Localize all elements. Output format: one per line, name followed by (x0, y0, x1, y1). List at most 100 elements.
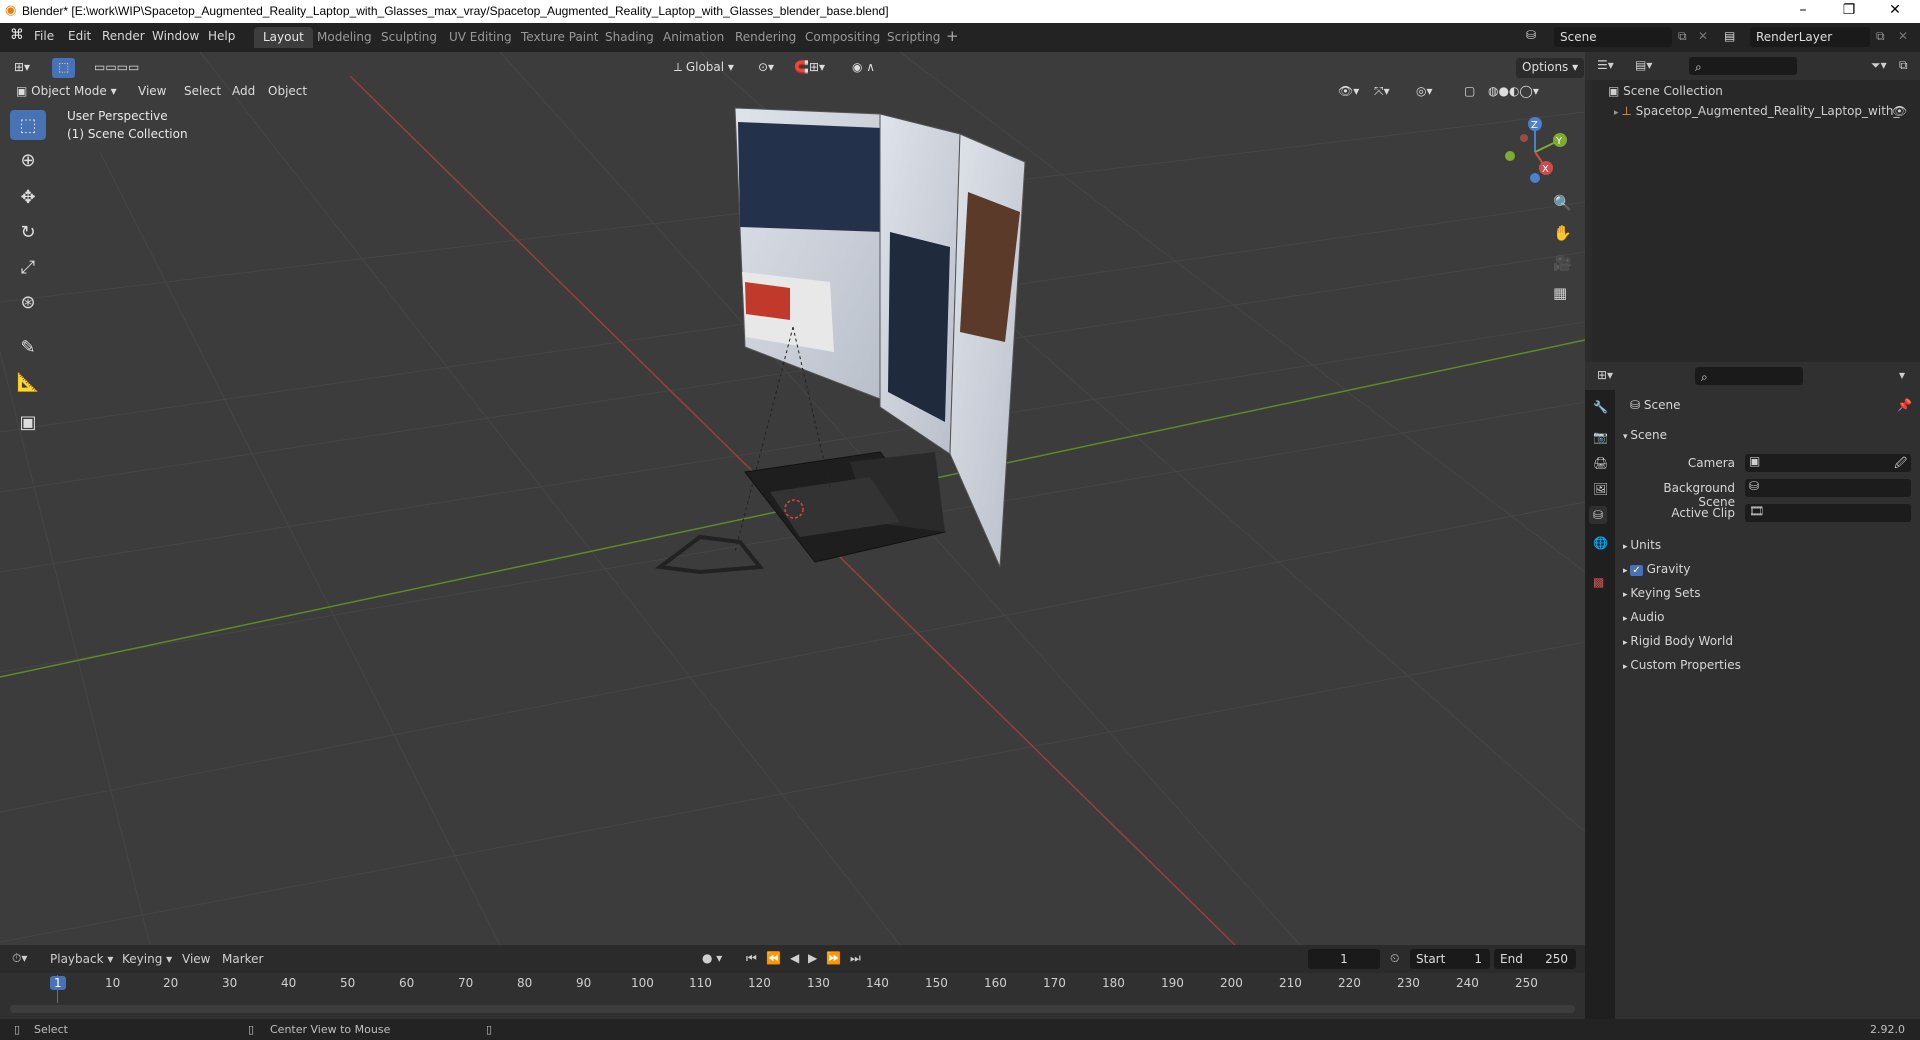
measure-tool[interactable]: 📐 (10, 367, 46, 397)
glasses-model[interactable] (654, 534, 764, 575)
view-layer-icon[interactable]: ▤ (1724, 29, 1735, 43)
menu-edit[interactable]: Edit (68, 29, 91, 43)
marker-menu[interactable]: Marker (222, 952, 263, 966)
texture-tab-icon[interactable]: ▩ (1593, 575, 1604, 589)
viewport-menu-select[interactable]: Select (178, 82, 227, 102)
new-collection-icon[interactable]: ⧉ (1899, 58, 1908, 73)
maximize-button[interactable]: ❐ (1826, 2, 1872, 18)
3d-viewport[interactable]: ⬚ ⊕ ✥ ↻ ⤢ ⊛ ✎ 📐 ▣ User Perspective (1) S… (0, 52, 1585, 945)
background-scene-field[interactable]: ⛁ (1745, 479, 1911, 497)
rotate-tool[interactable]: ↻ (10, 217, 46, 247)
orientation-dropdown[interactable]: ⟂ Global ▾ (668, 58, 740, 78)
new-layer-icon[interactable]: ⧉ (1876, 29, 1885, 44)
gravity-checkbox[interactable]: ✓ (1630, 565, 1643, 576)
selection-mode-icons[interactable]: ▭▭▭▭ (88, 58, 145, 78)
add-cube-tool[interactable]: ▣ (10, 407, 46, 437)
panel-audio[interactable]: ▸ Audio (1623, 610, 1665, 624)
tool-tab-icon[interactable]: 🔧 (1593, 400, 1608, 414)
properties-search[interactable]: ⌕ (1695, 367, 1803, 385)
properties-menu-icon[interactable]: ▾ (1899, 368, 1905, 382)
output-tab-icon[interactable]: 🖨 (1593, 456, 1608, 470)
clock-icon[interactable]: ⏲ (1390, 951, 1399, 966)
world-tab-icon[interactable]: 🌐 (1593, 536, 1608, 550)
editor-type-icon[interactable]: ⊞▾ (8, 58, 36, 78)
visibility-icon[interactable]: 👁▾ (1332, 82, 1365, 102)
scene-selector-icon[interactable]: ⛁ (1526, 28, 1536, 42)
keying-menu[interactable]: Keying ▾ (122, 952, 172, 966)
panel-gravity[interactable]: ▸ ✓ Gravity (1623, 562, 1690, 576)
active-clip-field[interactable]: 🎞 (1745, 504, 1911, 522)
scene-tab-icon[interactable]: ⛁ (1589, 506, 1608, 524)
scene-field[interactable]: Scene (1554, 27, 1672, 47)
tab-scripting[interactable]: Scripting (878, 27, 949, 48)
zoom-icon[interactable]: 🔍 (1553, 194, 1572, 212)
new-scene-icon[interactable]: ⧉ (1678, 29, 1687, 44)
viewport-menu-view[interactable]: View (132, 82, 172, 102)
jump-end-icon[interactable]: ⏭ (850, 951, 861, 966)
scale-tool[interactable]: ⤢ (10, 252, 46, 282)
play-reverse-icon[interactable]: ◀ (790, 951, 799, 965)
delete-layer-icon[interactable]: ✕ (1898, 29, 1908, 43)
panel-rigid-body-world[interactable]: ▸ Rigid Body World (1623, 634, 1733, 648)
jump-start-icon[interactable]: ⏮ (746, 951, 757, 966)
laptop-model[interactable] (744, 451, 946, 563)
tab-uv-editing[interactable]: UV Editing (440, 27, 521, 48)
minimize-button[interactable]: – (1780, 2, 1826, 18)
filter-icon[interactable]: ⏷▾ (1871, 58, 1887, 73)
viewport-menu-add[interactable]: Add (226, 82, 261, 102)
scene-collection-row[interactable]: ▣ Scene Collection (1608, 84, 1723, 98)
panel-units[interactable]: ▸ Units (1623, 538, 1661, 552)
menu-help[interactable]: Help (208, 29, 235, 43)
start-frame-field[interactable]: Start 1 (1410, 949, 1490, 969)
outliner-search[interactable]: ⌕ (1689, 57, 1797, 75)
tab-rendering[interactable]: Rendering (726, 27, 805, 48)
view-layer-tab-icon[interactable]: 🖼 (1593, 482, 1608, 496)
menu-file[interactable]: File (34, 29, 54, 43)
cursor-tool[interactable]: ⊕ (10, 145, 46, 175)
next-keyframe-icon[interactable]: ⏩ (826, 951, 841, 965)
add-workspace-icon[interactable]: + (946, 27, 959, 45)
scene-panel-header[interactable]: ▾ Scene (1623, 428, 1667, 442)
tab-texture-paint[interactable]: Texture Paint (512, 27, 607, 48)
shading-modes-icon[interactable]: ◍●◐◯▾ (1482, 82, 1545, 102)
blender-menu-icon[interactable]: ⌘ (10, 27, 24, 43)
tab-modeling[interactable]: Modeling (308, 27, 381, 48)
menu-window[interactable]: Window (152, 29, 199, 43)
object-mode-dropdown[interactable]: ▣ Object Mode ▾ (10, 82, 123, 102)
pan-hand-icon[interactable]: ✋ (1553, 224, 1572, 242)
ortho-grid-icon[interactable]: ▦ (1553, 284, 1567, 302)
proportional-edit-icon[interactable]: ◉ ∧ (846, 58, 881, 78)
navigation-gizmo[interactable]: Z Y X (1490, 112, 1580, 192)
timeline-editor-icon[interactable]: ⏱▾ (12, 951, 27, 966)
properties-editor-icon[interactable]: ⊞▾ (1597, 368, 1613, 382)
render-tab-icon[interactable]: 📷 (1593, 430, 1608, 444)
move-tool[interactable]: ✥ (10, 182, 46, 212)
select-box-icon[interactable]: ⬚ (52, 58, 76, 78)
tab-animation[interactable]: Animation (654, 27, 733, 48)
eye-visibility-icon[interactable]: 👁 (1892, 104, 1907, 118)
menu-render[interactable]: Render (102, 29, 145, 43)
eyedropper-icon[interactable]: 🖉 (1894, 454, 1907, 475)
renderlayer-field[interactable]: RenderLayer (1750, 27, 1870, 47)
panel-custom-properties[interactable]: ▸ Custom Properties (1623, 658, 1741, 672)
tab-compositing[interactable]: Compositing (796, 27, 889, 48)
timeline-scrollbar[interactable] (10, 1005, 1575, 1013)
xray-icon[interactable]: ▢ (1458, 82, 1481, 102)
pin-icon[interactable]: 📌 (1897, 398, 1912, 412)
display-mode-icon[interactable]: ▤▾ (1635, 58, 1652, 72)
transform-tool[interactable]: ⊛ (10, 287, 46, 317)
snap-icon[interactable]: 🧲⊞▾ (788, 58, 831, 78)
overlay-toggle-icon[interactable]: ◎▾ (1410, 82, 1439, 102)
delete-scene-icon[interactable]: ✕ (1698, 29, 1708, 43)
camera-field[interactable]: ▣ 🖉 (1745, 454, 1911, 472)
outliner-item-row[interactable]: ▸ ⊥ Spacetop_Augmented_Reality_Laptop_wi… (1614, 104, 1900, 118)
play-icon[interactable]: ▶ (808, 951, 817, 965)
record-icon[interactable]: ● ▾ (702, 951, 722, 965)
playback-menu[interactable]: Playback ▾ (50, 952, 113, 966)
panel-keying-sets[interactable]: ▸ Keying Sets (1623, 586, 1700, 600)
tab-sculpting[interactable]: Sculpting (372, 27, 446, 48)
select-tool[interactable]: ⬚ (10, 110, 46, 140)
tab-layout[interactable]: Layout (254, 27, 313, 48)
frame-tick-current[interactable]: 1 (50, 976, 66, 990)
options-dropdown[interactable]: Options ▾ (1516, 58, 1585, 78)
